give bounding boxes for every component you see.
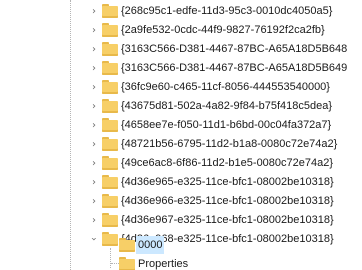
tree-row-label: {4d36e966-e325-11ce-bfc1-08002be10318} xyxy=(121,195,334,207)
folder-icon xyxy=(102,42,118,56)
folder-icon xyxy=(102,4,118,18)
tree-row[interactable]: › {43675d81-502a-4a82-9f84-b75f418c5dea} xyxy=(0,97,362,115)
chevron-right-icon[interactable]: › xyxy=(88,135,100,153)
tree-row[interactable]: › {4d36e966-e325-11ce-bfc1-08002be10318} xyxy=(0,192,362,210)
tree-row-label: {3163C566-D381-4467-87BC-A65A18D5B649 xyxy=(121,62,348,74)
tree-row[interactable]: › {4658ee7e-f050-11d1-b6bd-00c04fa372a7} xyxy=(0,116,362,134)
tree-row[interactable]: › {48721b56-6795-11d2-b1a8-0080c72e74a2} xyxy=(0,135,362,153)
chevron-right-icon[interactable]: › xyxy=(88,59,100,77)
folder-icon xyxy=(102,213,118,227)
folder-icon xyxy=(102,23,118,37)
tree-row[interactable]: › {36fc9e60-c465-11cf-8056-444553540000} xyxy=(0,78,362,96)
chevron-right-icon[interactable]: › xyxy=(88,116,100,134)
chevron-right-icon[interactable]: › xyxy=(88,2,100,20)
folder-icon xyxy=(119,238,135,252)
chevron-right-icon[interactable]: › xyxy=(88,40,100,58)
folder-icon xyxy=(102,194,118,208)
tree-child-label: Properties xyxy=(138,258,189,270)
tree-row[interactable]: › {4d36e965-e325-11ce-bfc1-08002be10318} xyxy=(0,173,362,191)
folder-icon xyxy=(102,137,118,151)
tree-row[interactable]: › {3163C566-D381-4467-87BC-A65A18D5B648 xyxy=(0,40,362,58)
chevron-right-icon[interactable]: › xyxy=(88,173,100,191)
tree-child-row-0000[interactable]: 0000 xyxy=(0,236,362,254)
tree-row-label: {4d36e967-e325-11ce-bfc1-08002be10318} xyxy=(121,214,334,226)
tree-row-label: {48721b56-6795-11d2-b1a8-0080c72e74a2} xyxy=(121,138,338,150)
tree-row-label: {4658ee7e-f050-11d1-b6bd-00c04fa372a7} xyxy=(121,119,332,131)
tree-child-row-properties[interactable]: Properties xyxy=(0,255,362,270)
folder-icon xyxy=(102,175,118,189)
folder-icon xyxy=(102,99,118,113)
chevron-right-icon[interactable]: › xyxy=(88,78,100,96)
folder-icon xyxy=(119,257,135,270)
chevron-right-icon[interactable]: › xyxy=(88,21,100,39)
folder-icon xyxy=(102,118,118,132)
tree-row[interactable]: › {4d36e967-e325-11ce-bfc1-08002be10318} xyxy=(0,211,362,229)
folder-icon xyxy=(102,156,118,170)
chevron-right-icon[interactable]: › xyxy=(88,154,100,172)
folder-icon xyxy=(102,80,118,94)
chevron-right-icon[interactable]: › xyxy=(88,211,100,229)
tree-row-label: {4d36e965-e325-11ce-bfc1-08002be10318} xyxy=(121,176,334,188)
tree-row-label: {43675d81-502a-4a82-9f84-b75f418c5dea} xyxy=(121,100,333,112)
tree-child-label-selected: 0000 xyxy=(136,236,165,254)
tree-row[interactable]: › {49ce6ac8-6f86-11d2-b1e5-0080c72e74a2} xyxy=(0,154,362,172)
tree-row[interactable]: › {3163C566-D381-4467-87BC-A65A18D5B649 xyxy=(0,59,362,77)
folder-icon xyxy=(102,61,118,75)
tree-row-label: {268c95c1-edfe-11d3-95c3-0010dc4050a5} xyxy=(121,5,333,17)
registry-tree: › {268c95c1-edfe-11d3-95c3-0010dc4050a5}… xyxy=(0,0,362,270)
tree-row-label: {2a9fe532-0cdc-44f9-9827-76192f2ca2fb} xyxy=(121,24,325,36)
tree-row[interactable]: › {268c95c1-edfe-11d3-95c3-0010dc4050a5} xyxy=(0,2,362,20)
chevron-right-icon[interactable]: › xyxy=(88,192,100,210)
tree-row-label: {36fc9e60-c465-11cf-8056-444553540000} xyxy=(121,81,330,93)
tree-row-label: {49ce6ac8-6f86-11d2-b1e5-0080c72e74a2} xyxy=(121,157,334,169)
tree-row[interactable]: › {2a9fe532-0cdc-44f9-9827-76192f2ca2fb} xyxy=(0,21,362,39)
tree-row-label: {3163C566-D381-4467-87BC-A65A18D5B648 xyxy=(121,43,348,55)
chevron-right-icon[interactable]: › xyxy=(88,97,100,115)
